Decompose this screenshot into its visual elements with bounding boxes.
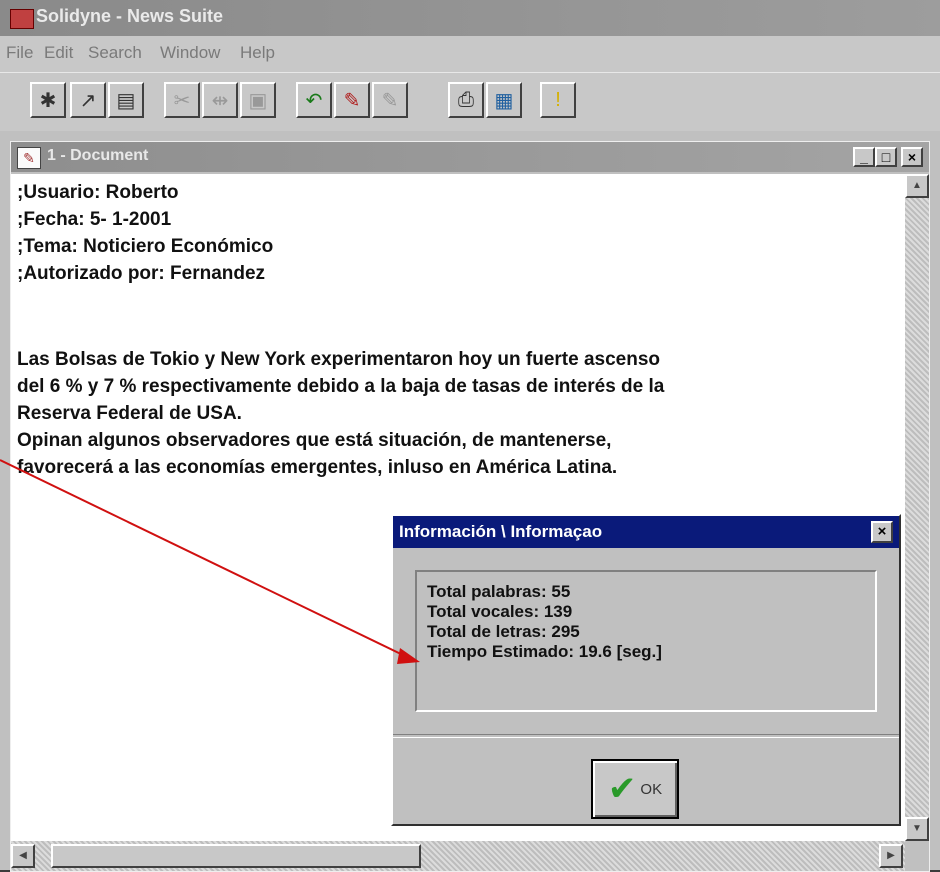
menubar: File Edit Search Window Help — [0, 36, 940, 73]
dialog-titlebar[interactable]: Información \ Informaçao × — [393, 516, 899, 548]
body-line: favorecerá a las economías emergentes, i… — [17, 457, 618, 478]
highlight-icon[interactable]: ✎ — [372, 82, 408, 118]
dialog-separator — [393, 734, 899, 738]
document-titlebar[interactable]: ✎ 1 - Document _ □ × — [11, 142, 929, 172]
body-line: del 6 % y 7 % respectivamente debido a l… — [17, 376, 665, 397]
header-topic-line: ;Tema: Noticiero Económico — [17, 236, 274, 257]
document-icon: ✎ — [17, 147, 41, 169]
scroll-down-icon[interactable]: ▼ — [905, 817, 929, 841]
total-vowels-label: Total vocales: 139 — [427, 602, 573, 621]
body-line: Reserva Federal de USA. — [17, 403, 242, 424]
scroll-up-icon[interactable]: ▲ — [905, 174, 929, 198]
print-icon[interactable]: ⎙ — [448, 82, 484, 118]
dialog-close-button[interactable]: × — [871, 521, 893, 543]
statistics-panel: Total palabras: 55 Total vocales: 139 To… — [415, 570, 877, 712]
maximize-button[interactable]: □ — [875, 147, 897, 167]
header-user-line: ;Usuario: Roberto — [17, 182, 179, 203]
save-icon[interactable]: ▤ — [108, 82, 144, 118]
menu-help[interactable]: Help — [240, 43, 275, 63]
close-button[interactable]: × — [901, 147, 923, 167]
scroll-right-icon[interactable]: ▶ — [879, 844, 903, 868]
total-letters-label: Total de letras: 295 — [427, 622, 580, 641]
menu-file[interactable]: File — [6, 43, 33, 63]
menu-window[interactable]: Window — [160, 43, 220, 63]
toolbar: ✱ ↗ ▤ ✂ ⇹ ▣ ↶ ✎ ✎ ⎙ ▦ ! — [0, 73, 940, 131]
app-titlebar[interactable]: Solidyne - News Suite — [0, 0, 940, 36]
menu-search[interactable]: Search — [88, 43, 142, 63]
info-icon[interactable]: ! — [540, 82, 576, 118]
estimated-time-label: Tiempo Estimado: 19.6 [seg.] — [427, 642, 662, 661]
paste-icon[interactable]: ⇹ — [202, 82, 238, 118]
dialog-title: Información \ Informaçao — [399, 522, 603, 541]
total-words-label: Total palabras: 55 — [427, 582, 571, 601]
info-dialog: Información \ Informaçao × Total palabra… — [391, 514, 901, 826]
copy-icon[interactable]: ▣ — [240, 82, 276, 118]
document-title: 1 - Document — [47, 147, 149, 164]
vertical-scrollbar[interactable]: ▲ ▼ — [905, 174, 929, 841]
menu-edit[interactable]: Edit — [44, 43, 73, 63]
checkmark-icon: ✔ — [607, 769, 637, 809]
body-line: Las Bolsas de Tokio y New York experimen… — [17, 349, 661, 370]
app-title: Solidyne - News Suite — [36, 6, 224, 26]
app-window: Solidyne - News Suite File Edit Search W… — [0, 0, 940, 872]
app-icon — [10, 9, 34, 29]
horizontal-scrollbar[interactable]: ◀ ▶ — [11, 841, 905, 871]
header-date-line: ;Fecha: 5- 1-2001 — [17, 209, 172, 230]
undo-icon[interactable]: ↶ — [296, 82, 332, 118]
header-authorized-line: ;Autorizado por: Fernandez — [17, 263, 266, 284]
new-document-icon[interactable]: ✱ — [30, 82, 66, 118]
horizontal-scroll-thumb[interactable] — [51, 844, 421, 868]
ok-button-label: OK — [640, 780, 663, 798]
open-icon[interactable]: ↗ — [70, 82, 106, 118]
body-line: Opinan algunos observadores que está sit… — [17, 430, 612, 451]
ok-button[interactable]: ✔ OK — [591, 759, 679, 819]
minimize-button[interactable]: _ — [853, 147, 875, 167]
mark-icon[interactable]: ✎ — [334, 82, 370, 118]
cut-icon[interactable]: ✂ — [164, 82, 200, 118]
statistics-icon[interactable]: ▦ — [486, 82, 522, 118]
scroll-left-icon[interactable]: ◀ — [11, 844, 35, 868]
